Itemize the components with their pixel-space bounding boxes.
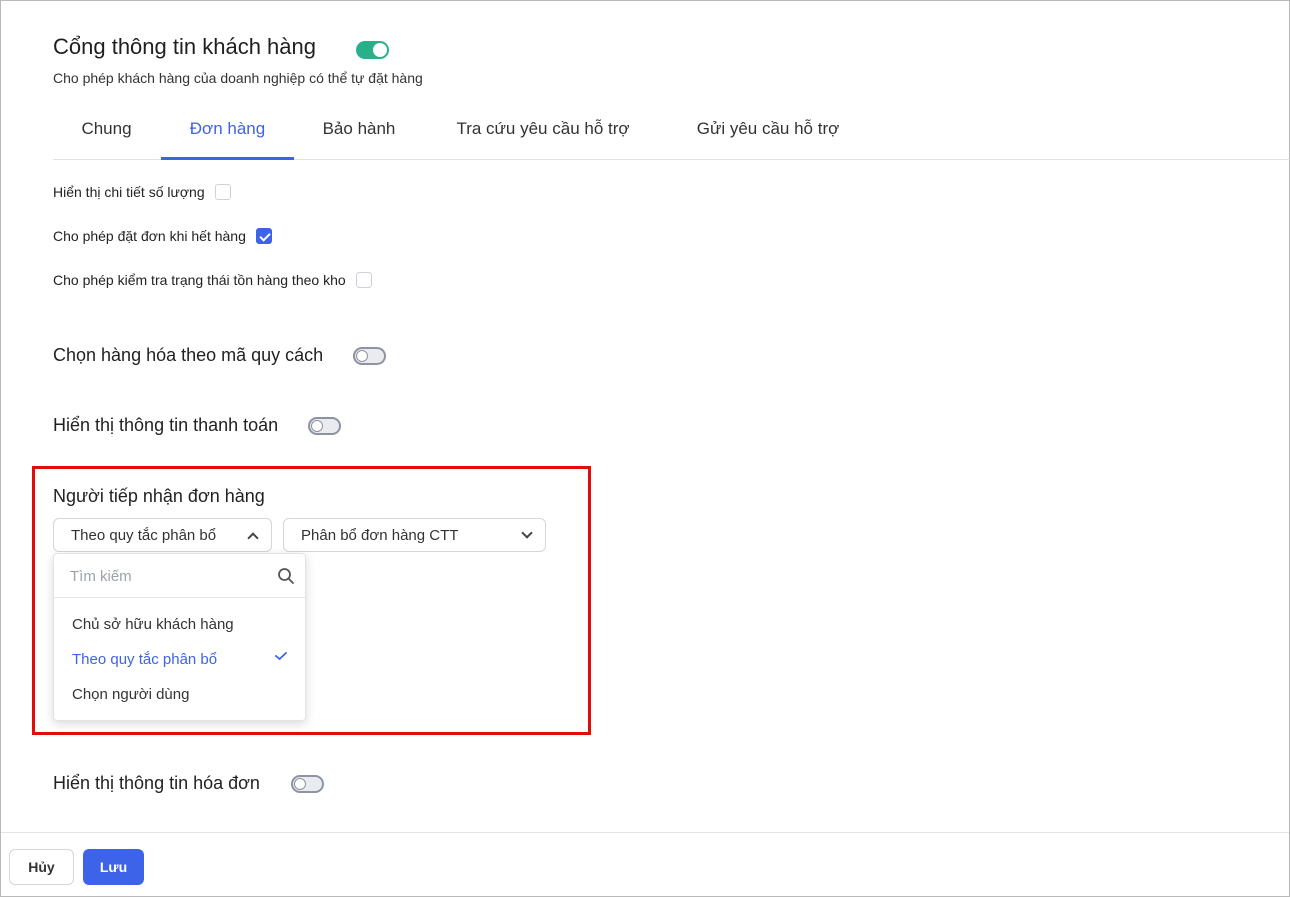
tab-support-lookup[interactable]: Tra cứu yêu cầu hỗ trợ: [438, 106, 648, 160]
show-payment-info-label: Hiển thị thông tin thanh toán: [53, 415, 279, 435]
page-title: Cổng thông tin khách hàng: [53, 34, 316, 59]
allow-out-of-stock-order-label: Cho phép đặt đơn khi hết hàng: [53, 228, 246, 244]
save-button[interactable]: Lưu: [83, 849, 144, 885]
search-icon[interactable]: [277, 567, 295, 585]
tab-warranty[interactable]: Bảo hành: [305, 106, 413, 160]
select-by-spec-code-label: Chọn hàng hóa theo mã quy cách: [53, 345, 324, 365]
receiver-type-select[interactable]: Theo quy tắc phân bổ: [53, 518, 272, 552]
chevron-up-icon: [247, 532, 259, 544]
footer-bar: Hủy Lưu: [1, 832, 1289, 896]
dropdown-divider: [54, 597, 305, 598]
check-stock-by-warehouse-checkbox[interactable]: [355, 272, 372, 288]
check-icon: [275, 652, 287, 660]
cancel-button[interactable]: Hủy: [9, 849, 74, 885]
check-stock-by-warehouse-label: Cho phép kiểm tra trạng thái tồn hàng th…: [53, 272, 346, 288]
allow-out-of-stock-order-row: Cho phép đặt đơn khi hết hàng: [53, 228, 272, 244]
show-invoice-info-toggle[interactable]: [291, 775, 324, 793]
option-allocation-rule[interactable]: Theo quy tắc phân bổ: [72, 651, 217, 668]
option-customer-owner[interactable]: Chủ sở hữu khách hàng: [72, 616, 234, 633]
tab-general[interactable]: Chung: [63, 106, 150, 160]
toggle-knob: [373, 43, 387, 57]
show-quantity-detail-row: Hiển thị chi tiết số lượng: [53, 184, 231, 200]
show-payment-info-toggle[interactable]: [308, 417, 341, 435]
option-choose-user[interactable]: Chọn người dùng: [72, 686, 189, 703]
allocation-rule-select[interactable]: Phân bổ đơn hàng CTT: [283, 518, 546, 552]
toggle-knob: [294, 778, 306, 790]
chevron-down-icon: [521, 527, 533, 539]
allow-out-of-stock-order-checkbox[interactable]: [255, 228, 272, 244]
portal-enabled-toggle[interactable]: [356, 41, 389, 59]
tab-orders[interactable]: Đơn hàng: [161, 106, 294, 160]
dropdown-search-input[interactable]: [70, 564, 270, 588]
select-by-spec-code-toggle[interactable]: [353, 347, 386, 365]
toggle-knob: [356, 350, 368, 362]
show-quantity-detail-label: Hiển thị chi tiết số lượng: [53, 184, 205, 200]
allocation-rule-value: Phân bổ đơn hàng CTT: [301, 527, 459, 544]
check-stock-by-warehouse-row: Cho phép kiểm tra trạng thái tồn hàng th…: [53, 272, 372, 288]
tab-bar: Chung Đơn hàng Bảo hành Tra cứu yêu cầu …: [53, 106, 1290, 160]
show-quantity-detail-checkbox[interactable]: [214, 184, 231, 200]
order-receiver-heading: Người tiếp nhận đơn hàng: [53, 486, 265, 506]
tab-send-support[interactable]: Gửi yêu cầu hỗ trợ: [678, 106, 858, 160]
receiver-type-value: Theo quy tắc phân bổ: [71, 527, 217, 544]
page-subtitle: Cho phép khách hàng của doanh nghiệp có …: [53, 70, 423, 86]
show-invoice-info-label: Hiển thị thông tin hóa đơn: [53, 773, 260, 793]
toggle-knob: [311, 420, 323, 432]
receiver-type-dropdown: Chủ sở hữu khách hàng Theo quy tắc phân …: [53, 553, 306, 721]
